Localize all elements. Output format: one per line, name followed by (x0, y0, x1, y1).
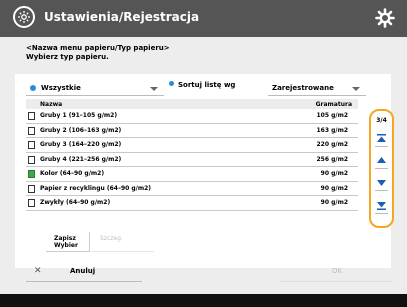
scroll-down-button[interactable] (375, 174, 388, 191)
color-paper-icon (28, 170, 35, 178)
arrow-down-icon (377, 180, 386, 186)
scroll-control: 3/4 (369, 109, 394, 228)
sort-dot-icon (169, 81, 174, 86)
paper-icon (28, 141, 35, 149)
list-item[interactable]: Kolor (64–90 g/m2) 90 g/m2 (26, 167, 358, 182)
list-header: Nazwa Gramatura (26, 99, 358, 109)
instruction-text: <Nazwa menu papieru/Typ papieru> Wybierz… (26, 44, 170, 62)
filter-all-dropdown[interactable]: Wszystkie (26, 81, 164, 96)
item-weight: 90 g/m2 (320, 184, 348, 192)
item-weight: 256 g/m2 (316, 155, 348, 163)
scroll-up-button[interactable] (375, 152, 388, 169)
page-indicator: 3/4 (376, 117, 387, 124)
header-bar: Ustawienia/Rejestracja (0, 0, 407, 37)
item-name: Gruby 3 (164–220 g/m2) (40, 141, 122, 148)
bottom-bar (0, 294, 407, 307)
scroll-bottom-button[interactable] (375, 197, 388, 214)
item-weight: 105 g/m2 (316, 112, 348, 119)
list-item[interactable]: Gruby 1 (91–105 g/m2) 105 g/m2 (26, 109, 358, 124)
save-select-button[interactable]: Zapisz Wybier (46, 232, 90, 252)
item-weight: 90 g/m2 (320, 170, 348, 177)
scroll-top-button[interactable] (375, 130, 388, 147)
ok-label: OK (332, 267, 343, 275)
sort-by-toggle[interactable]: Sortuj listę wg (169, 81, 235, 96)
sort-check-label: Sortuj listę wg (178, 81, 236, 89)
item-weight: 163 g/m2 (316, 126, 348, 134)
save-select-line-2: Wybier (54, 242, 78, 249)
screen: Ustawienia/Rejestracja <Nazwa menu papie… (0, 0, 407, 307)
item-name: Gruby 2 (106–163 g/m2) (40, 126, 122, 134)
list-item[interactable]: Gruby 3 (164–220 g/m2) 220 g/m2 (26, 138, 358, 153)
settings-logo-icon (13, 6, 35, 28)
sort-dropdown-label: Zarejestrowane (272, 84, 334, 92)
arrow-up-icon (377, 157, 386, 163)
paper-icon (28, 155, 35, 164)
list-item[interactable]: Gruby 4 (221–256 g/m2) 256 g/m2 (26, 153, 358, 167)
gear-icon[interactable] (375, 8, 395, 28)
details-button[interactable]: Szczeg. (92, 232, 154, 252)
save-select-line-1: Zapisz (54, 235, 76, 242)
filter-all-label: Wszystkie (41, 84, 81, 92)
item-name: Gruby 1 (91–105 g/m2) (40, 112, 118, 119)
item-name: Zwykły (64–90 g/m2) (40, 199, 111, 206)
filter-dot-icon (30, 85, 36, 91)
paper-icon (28, 112, 35, 120)
paper-type-list: Nazwa Gramatura Gruby 1 (91–105 g/m2) 10… (26, 99, 358, 211)
item-name: Papier z recyklingu (64–90 g/m2) (40, 184, 152, 192)
instruction-line-1: <Nazwa menu papieru/Typ papieru> (26, 44, 170, 52)
column-header-weight: Gramatura (315, 101, 352, 108)
sort-dropdown[interactable]: Zarejestrowane (268, 81, 366, 96)
list-item[interactable]: Gruby 2 (106–163 g/m2) 163 g/m2 (26, 124, 358, 138)
ok-button[interactable]: OK (280, 263, 393, 282)
skip-up-icon (377, 134, 386, 142)
column-header-name: Nazwa (40, 101, 63, 108)
list-item[interactable]: Papier z recyklingu (64–90 g/m2) 90 g/m2 (26, 182, 358, 196)
item-weight: 90 g/m2 (320, 199, 348, 206)
item-weight: 220 g/m2 (316, 141, 348, 148)
paper-icon (28, 199, 35, 207)
skip-down-icon (377, 202, 386, 210)
cancel-button[interactable]: ✕ Anuluj (26, 263, 142, 282)
paper-icon (28, 126, 35, 135)
list-item[interactable]: Zwykły (64–90 g/m2) 90 g/m2 (26, 196, 358, 211)
cancel-label: Anuluj (70, 267, 96, 275)
chevron-down-icon (352, 87, 360, 91)
instruction-line-2: Wybierz typ papieru. (26, 53, 109, 61)
item-name: Gruby 4 (221–256 g/m2) (40, 155, 122, 163)
close-icon: ✕ (34, 266, 42, 276)
paper-icon (28, 184, 35, 193)
item-name: Kolor (64–90 g/m2) (40, 170, 105, 177)
chevron-down-icon (150, 87, 158, 91)
details-label: Szczeg. (100, 235, 123, 242)
page-title: Ustawienia/Rejestracja (44, 10, 200, 24)
